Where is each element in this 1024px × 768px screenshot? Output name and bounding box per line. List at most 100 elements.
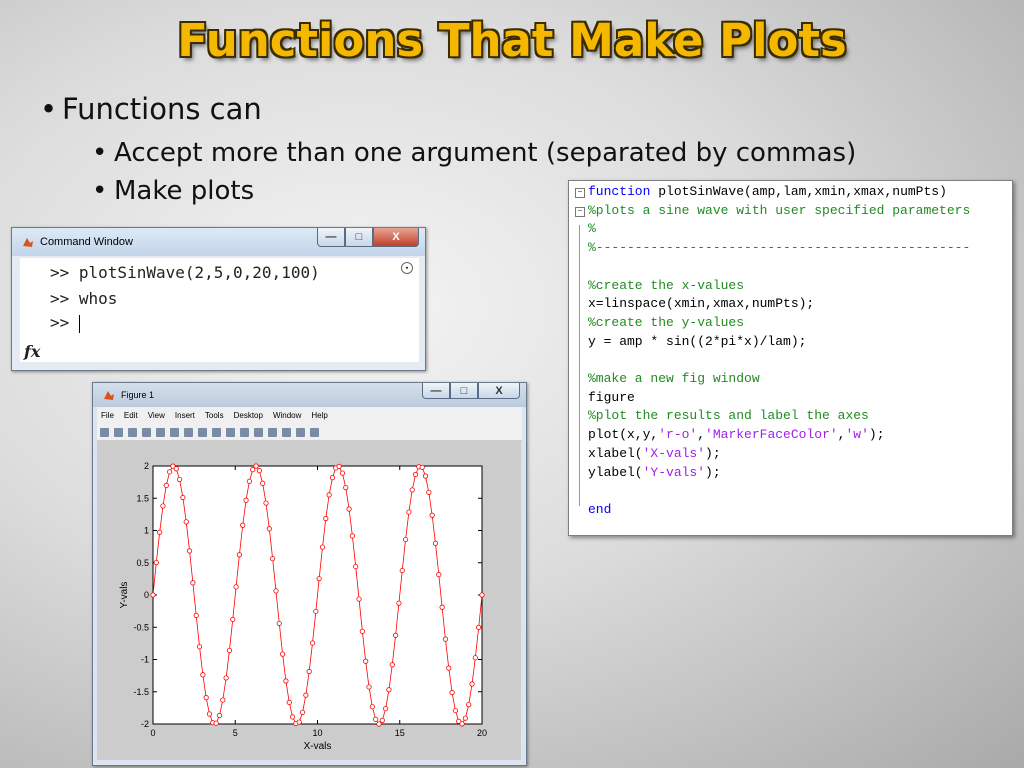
close-button[interactable]: X — [478, 383, 520, 399]
data-point — [160, 503, 166, 509]
data-point — [309, 640, 316, 646]
data-point — [163, 482, 169, 488]
command-window-titlebar[interactable]: Command Window — □ X — [12, 228, 425, 256]
data-point — [343, 484, 349, 491]
pan-icon[interactable] — [198, 427, 207, 437]
window-title: Command Window — [40, 236, 133, 248]
prompt-text: >> — [50, 313, 79, 332]
chevron-down-icon[interactable]: ▾ — [401, 262, 413, 274]
code-line: % — [588, 221, 596, 236]
minimize-button[interactable]: — — [317, 228, 345, 247]
command-input-area[interactable]: ▾ >> plotSinWave(2,5,0,20,100) >> whos f… — [20, 258, 419, 362]
code-token: 'r-o' — [658, 427, 698, 443]
close-button[interactable]: X — [373, 228, 419, 247]
code-line: %create the x-values — [588, 278, 744, 293]
data-point — [383, 706, 389, 712]
pointer-icon[interactable] — [156, 427, 165, 437]
data-point — [303, 692, 309, 698]
data-point — [176, 476, 183, 483]
x-tick-label: 15 — [395, 728, 405, 738]
menu-tools[interactable]: Tools — [205, 411, 224, 420]
hide-plot-tools-icon[interactable] — [296, 427, 305, 437]
data-point — [446, 665, 452, 671]
data-point — [419, 464, 425, 470]
brush-icon[interactable] — [240, 427, 249, 437]
data-point — [153, 560, 159, 566]
y-tick-label: -0.5 — [133, 622, 149, 632]
data-point — [462, 715, 468, 721]
data-point — [263, 500, 269, 506]
fx-icon[interactable]: fx — [24, 342, 40, 361]
bullet-functions-can: • Functions can — [40, 92, 262, 126]
legend-icon[interactable] — [282, 427, 291, 437]
data-point — [213, 720, 219, 726]
menu-edit[interactable]: Edit — [124, 411, 138, 420]
minimize-button[interactable]: — — [422, 383, 450, 399]
menu-help[interactable]: Help — [311, 411, 327, 420]
data-point — [186, 548, 193, 554]
data-point — [216, 712, 223, 719]
text-caret — [78, 314, 80, 333]
data-point — [356, 596, 362, 602]
rotate-icon[interactable] — [212, 427, 221, 437]
print-icon[interactable] — [142, 427, 151, 437]
code-token: ); — [868, 427, 885, 443]
data-point — [280, 651, 286, 657]
data-point — [200, 672, 206, 678]
menu-file[interactable]: File — [101, 411, 114, 420]
data-point — [230, 616, 236, 623]
new-figure-icon[interactable] — [100, 427, 109, 437]
data-point — [406, 509, 412, 515]
code-token: x=linspace(xmin,xmax,numPts); — [588, 296, 815, 312]
code-token: ylabel( — [588, 464, 643, 480]
data-point — [236, 552, 242, 558]
y-tick-label: 2 — [144, 461, 149, 471]
menu-desktop[interactable]: Desktop — [234, 411, 263, 420]
code-token: 'w' — [845, 427, 869, 443]
code-token: ); — [705, 445, 721, 461]
plot-area: 0 5 10 15 20 -2 -1.5 -1 -0.5 0 0.5 1 1.5 2 X-vals Y-val… — [97, 440, 521, 760]
data-point — [422, 473, 429, 479]
data-point — [243, 497, 249, 503]
data-point — [256, 468, 262, 474]
data-point — [283, 678, 289, 684]
maximize-button[interactable]: □ — [450, 383, 478, 399]
code-line: plot(x,y,'r-o','MarkerFaceColor','w'); — [588, 427, 885, 442]
zoom-out-icon[interactable] — [184, 427, 193, 437]
data-point — [253, 463, 259, 469]
fold-toggle-icon[interactable]: − — [575, 206, 585, 217]
menu-view[interactable]: View — [148, 411, 165, 420]
code-line: %---------------------------------------… — [588, 240, 970, 255]
data-point — [190, 580, 196, 586]
figure-window-titlebar[interactable]: Figure 1 — □ X — [93, 383, 526, 407]
link-icon[interactable] — [254, 427, 263, 437]
data-point — [346, 506, 352, 512]
data-point — [392, 632, 399, 638]
colorbar-icon[interactable] — [268, 427, 277, 437]
command-prompt[interactable]: >> — [50, 313, 80, 333]
data-point — [260, 480, 266, 486]
save-icon[interactable] — [128, 427, 137, 437]
data-point — [449, 689, 455, 696]
data-point — [173, 466, 179, 472]
data-point — [313, 608, 319, 614]
menu-window[interactable]: Window — [273, 411, 301, 420]
maximize-button[interactable]: □ — [345, 228, 373, 247]
fold-toggle-icon[interactable]: − — [575, 188, 585, 198]
code-line: %plots a sine wave with user specified p… — [588, 203, 970, 218]
menu-insert[interactable]: Insert — [175, 411, 195, 420]
data-point — [412, 471, 419, 478]
code-editor[interactable]: function plotSinWave(amp,lam,xmin,xmax,n… — [568, 180, 1013, 536]
show-plot-tools-icon[interactable] — [310, 427, 319, 437]
data-point — [150, 592, 156, 598]
data-point — [233, 584, 239, 590]
data-point — [469, 681, 475, 687]
y-tick-label: -1.5 — [133, 687, 149, 697]
data-point — [459, 721, 465, 727]
data-cursor-icon[interactable] — [226, 427, 235, 437]
data-point — [270, 556, 276, 562]
open-icon[interactable] — [114, 427, 123, 437]
zoom-in-icon[interactable] — [170, 427, 179, 437]
data-point — [157, 529, 163, 535]
command-line: >> whos — [50, 289, 118, 308]
